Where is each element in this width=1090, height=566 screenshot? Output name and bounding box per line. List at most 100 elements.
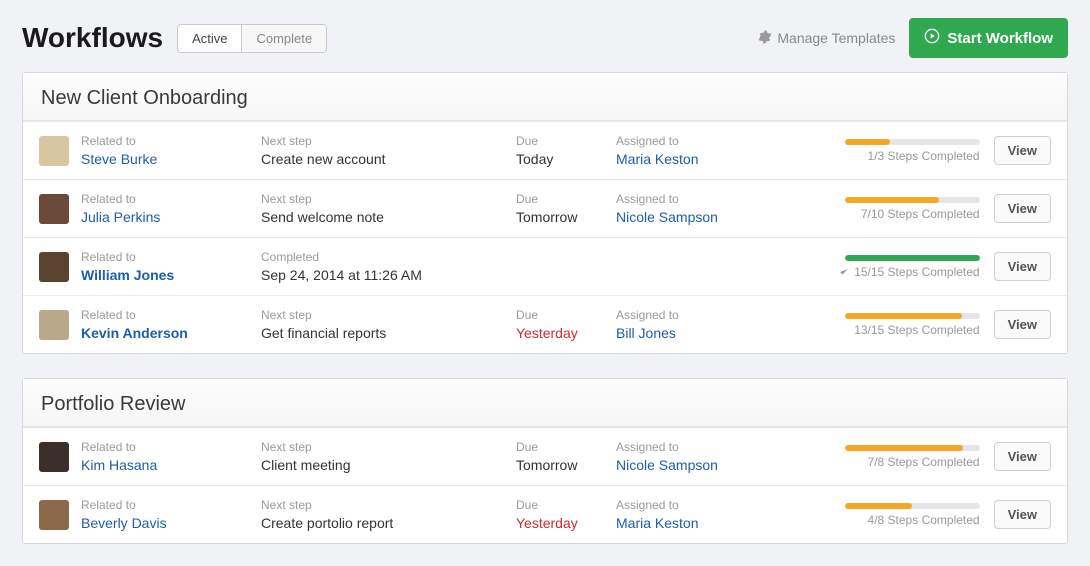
avatar (39, 442, 69, 472)
related-person-link[interactable]: Kevin Anderson (81, 325, 261, 341)
col-due: Due Tomorrow (516, 192, 616, 225)
assigned-label: Assigned to (616, 498, 771, 512)
col-assigned: Assigned to Bill Jones (616, 308, 771, 341)
related-person-link[interactable]: William Jones (81, 267, 261, 283)
col-step: Next stepSend welcome note (261, 192, 516, 225)
due-value: Today (516, 151, 616, 167)
avatar (39, 310, 69, 340)
due-label: Due (516, 308, 616, 322)
due-value: Tomorrow (516, 209, 616, 225)
workflow-panel: New Client Onboarding Related to Steve Bur… (22, 72, 1068, 354)
progress-bar (845, 139, 980, 145)
view-button[interactable]: View (994, 136, 1051, 165)
col-related: Related to Kim Hasana (81, 440, 261, 473)
related-label: Related to (81, 192, 261, 206)
related-label: Related to (81, 498, 261, 512)
progress-bar (845, 445, 980, 451)
assigned-person-link[interactable]: Maria Keston (616, 151, 771, 167)
col-related: Related to Steve Burke (81, 134, 261, 167)
due-value: Tomorrow (516, 457, 616, 473)
gear-icon (758, 30, 777, 47)
assigned-person-link[interactable]: Maria Keston (616, 515, 771, 531)
workflow-row: Related toBeverly DavisNext stepCreate p… (23, 485, 1067, 543)
step-label: Next step (261, 134, 516, 148)
progress-bar (845, 197, 980, 203)
start-workflow-button[interactable]: Start Workflow (909, 18, 1068, 58)
progress-fill (845, 255, 980, 261)
progress-text: 4/8 Steps Completed (868, 513, 980, 527)
workflow-row: Related toWilliam JonesCompletedSep 24, … (23, 237, 1067, 295)
assigned-person-link[interactable]: Bill Jones (616, 325, 771, 341)
assigned-label: Assigned to (616, 308, 771, 322)
step-value: Get financial reports (261, 325, 516, 341)
due-label: Due (516, 440, 616, 454)
view-button[interactable]: View (994, 500, 1051, 529)
related-label: Related to (81, 134, 261, 148)
step-value: Create portolio report (261, 515, 516, 531)
panel-title: New Client Onboarding (23, 73, 1067, 121)
related-person-link[interactable]: Kim Hasana (81, 457, 261, 473)
due-label: Due (516, 192, 616, 206)
col-progress: 7/8 Steps Completed (810, 445, 980, 469)
progress-fill (845, 445, 963, 451)
manage-templates-link[interactable]: Manage Templates (758, 30, 895, 47)
assigned-person-link[interactable]: Nicole Sampson (616, 457, 771, 473)
progress-text: 1/3 Steps Completed (868, 149, 980, 163)
col-action: View (994, 310, 1051, 339)
due-value: Yesterday (516, 515, 616, 531)
view-button[interactable]: View (994, 252, 1051, 281)
col-action: View (994, 194, 1051, 223)
avatar (39, 194, 69, 224)
col-due: Due Today (516, 134, 616, 167)
col-action: View (994, 442, 1051, 471)
col-progress: 15/15 Steps Completed (810, 255, 980, 279)
col-progress: 4/8 Steps Completed (810, 503, 980, 527)
tab-active[interactable]: Active (178, 25, 241, 52)
workflow-row: Related to Steve BurkeNext step Create new… (23, 121, 1067, 179)
workflow-row: Related to Kevin AndersonNext step Get fin… (23, 295, 1067, 353)
related-label: Related to (81, 250, 261, 264)
progress-bar (845, 313, 980, 319)
step-value: Client meeting (261, 457, 516, 473)
col-action: View (994, 252, 1051, 281)
view-button[interactable]: View (994, 442, 1051, 471)
due-label: Due (516, 134, 616, 148)
progress-fill (845, 313, 962, 319)
col-progress: 7/10 Steps Completed (810, 197, 980, 221)
start-workflow-label: Start Workflow (947, 30, 1053, 47)
view-button[interactable]: View (994, 194, 1051, 223)
step-value: Create new account (261, 151, 516, 167)
status-tabs: Active Complete (177, 24, 327, 53)
col-related: Related to Beverly Davis (81, 498, 261, 531)
related-label: Related to (81, 440, 261, 454)
col-action: View (994, 500, 1051, 529)
workflow-panel: Portfolio ReviewRelated toKim HasanaNext… (22, 378, 1068, 544)
related-person-link[interactable]: Steve Burke (81, 151, 261, 167)
progress-fill (845, 197, 940, 203)
col-progress: 13/15 Steps Completed (810, 313, 980, 337)
col-assigned: Assigned to Maria Keston (616, 134, 771, 167)
related-person-link[interactable]: Beverly Davis (81, 515, 261, 531)
workflow-row: Related to Julia PerkinsNext stepSend wel… (23, 179, 1067, 237)
col-assigned: Assigned toNicole Sampson (616, 192, 771, 225)
progress-text: 7/10 Steps Completed (861, 207, 980, 221)
col-related: Related to William Jones (81, 250, 261, 283)
view-button[interactable]: View (994, 310, 1051, 339)
progress-bar (845, 503, 980, 509)
progress-text: 7/8 Steps Completed (868, 455, 980, 469)
col-assigned: Assigned toNicole Sampson (616, 440, 771, 473)
panel-title: Portfolio Review (23, 379, 1067, 427)
col-action: View (994, 136, 1051, 165)
page-header: Workflows Active Complete Manage Templat… (0, 0, 1090, 72)
progress-text: 13/15 Steps Completed (854, 323, 979, 337)
progress-fill (845, 139, 890, 145)
step-label: Next step (261, 308, 516, 322)
tab-complete[interactable]: Complete (241, 25, 326, 52)
assigned-person-link[interactable]: Nicole Sampson (616, 209, 771, 225)
step-label: Completed (261, 250, 516, 264)
progress-bar (845, 255, 980, 261)
related-label: Related to (81, 308, 261, 322)
assigned-label: Assigned to (616, 134, 771, 148)
avatar (39, 136, 69, 166)
related-person-link[interactable]: Julia Perkins (81, 209, 261, 225)
